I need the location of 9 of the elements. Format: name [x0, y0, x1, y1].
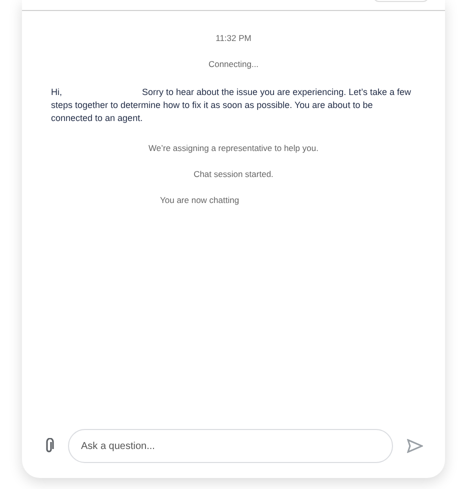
- system-message: Chat session started.: [192, 168, 274, 180]
- paperclip-icon[interactable]: [44, 438, 54, 454]
- system-message: We’re assigning a representative to help you.: [148, 142, 320, 154]
- system-message: Connecting...: [207, 58, 260, 70]
- system-message: 11:32 PM: [214, 32, 252, 44]
- bot-message: Hi, Sorry to hear about the issue you are experiencing. Let’s take a few steps together to determine how to fix it as soon as possible. You are about to be connected to an agent.: [50, 86, 412, 125]
- send-icon[interactable]: [407, 439, 423, 453]
- message-input[interactable]: Ask a question...: [68, 429, 393, 463]
- status-message: You are now chatting: [159, 194, 240, 206]
